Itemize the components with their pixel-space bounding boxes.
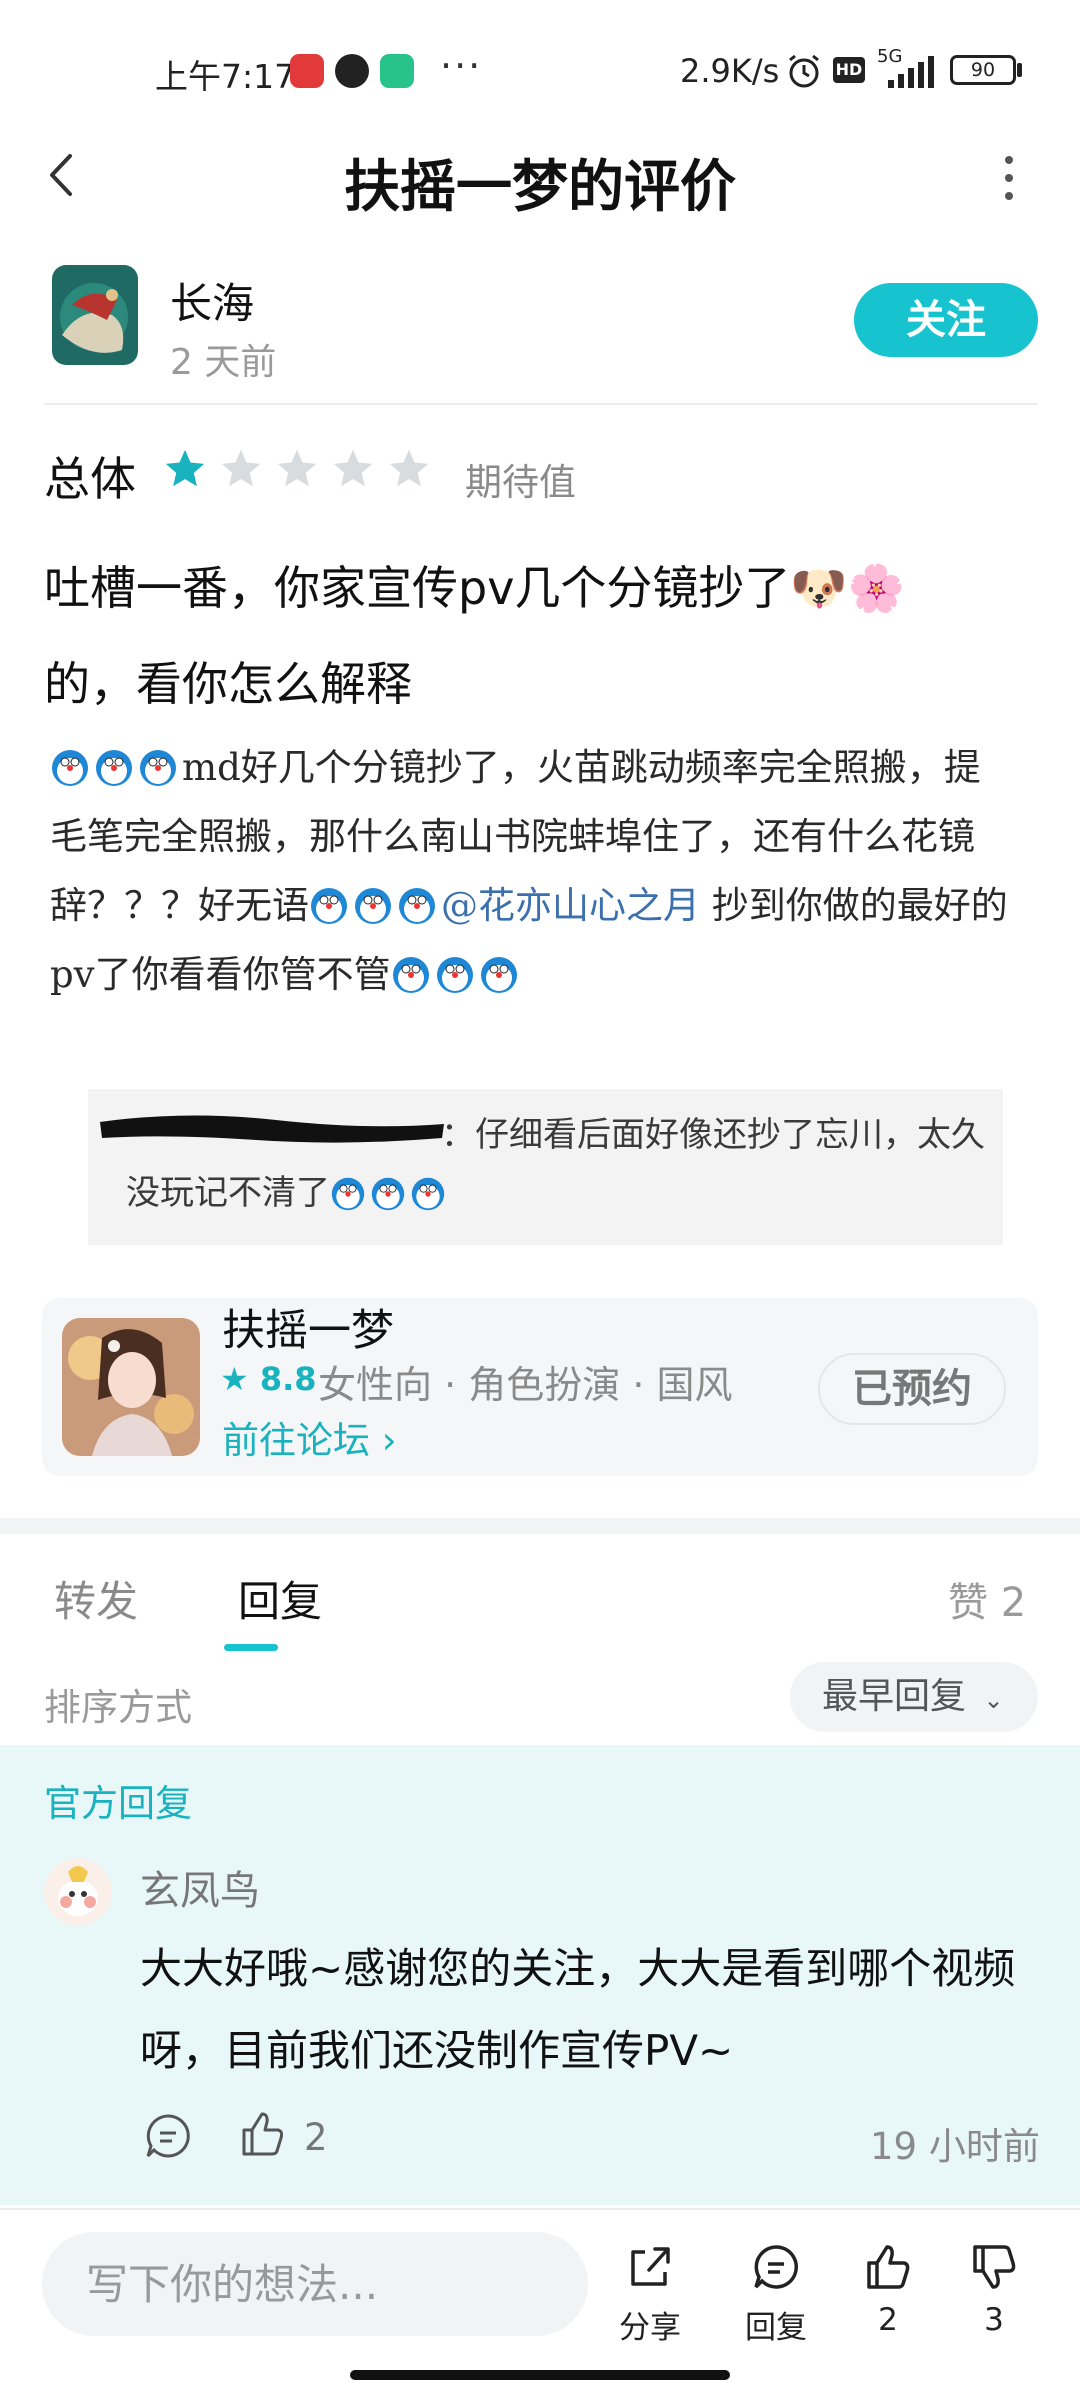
share-button[interactable]: 分享: [600, 2240, 700, 2347]
sort-selected: 最早回复: [822, 1676, 967, 1717]
star-rating: [162, 446, 432, 496]
home-indicator[interactable]: [350, 2370, 730, 2380]
reply-text: 大大好哦~感谢您的关注，大大是看到哪个视频呀，目前我们还没制作宣传PV~: [140, 1944, 1016, 2075]
emoji-icon: [330, 1173, 450, 1213]
reply-author-name[interactable]: 玄凤鸟: [140, 1858, 260, 1916]
netease-music-icon: [290, 54, 324, 88]
shield-app-icon: [380, 54, 414, 88]
mention-link: @花亦山心之月: [441, 884, 700, 927]
star-icon: [221, 449, 261, 487]
reply-like-count: 2: [304, 2116, 328, 2159]
page-title: 扶摇一梦的评价: [344, 155, 736, 220]
review-image-text: md好几个分镜抄了，火苗跳动频率完全照搬，提毛笔完全照搬，那什么南山书院蚌埠住了…: [50, 733, 1010, 1009]
game-name[interactable]: 扶摇一梦: [222, 1296, 394, 1358]
emoji-icon: [50, 746, 182, 789]
review-text-line-2: 的，看你怎么解释: [44, 657, 412, 711]
active-tab-indicator: [224, 1644, 278, 1651]
author-name[interactable]: 长海: [170, 270, 254, 331]
star-icon: [277, 449, 317, 487]
emoji-icon: [309, 884, 441, 927]
review-text-line-1: 吐槽一番，你家宣传pv几个分镜抄了🐶🌸: [44, 561, 905, 615]
like-button[interactable]: 2: [838, 2240, 938, 2338]
divider: [0, 2208, 1080, 2210]
battery-level: 90: [970, 59, 996, 81]
more-notifications-icon: ···: [440, 44, 483, 88]
dislike-button[interactable]: 3: [944, 2240, 1044, 2338]
star-icon: [333, 449, 373, 487]
reply-button[interactable]: 回复: [726, 2240, 826, 2347]
clock-app-icon: [335, 54, 369, 88]
thumbs-down-icon: [973, 2245, 1016, 2289]
reply-avatar[interactable]: [44, 1858, 112, 1926]
tab-repost[interactable]: 转发: [54, 1568, 138, 1629]
sort-dropdown[interactable]: 最早回复 ⌄: [790, 1662, 1038, 1732]
emoji-icon: [391, 953, 523, 996]
comment-icon: [754, 2245, 799, 2289]
status-time: 上午7:17: [155, 57, 296, 96]
battery-icon: 90: [950, 55, 1016, 85]
status-bar: 上午7:17 ··· 2.9K/s HD 5G 90: [0, 0, 1080, 130]
battery-tip: [1017, 63, 1022, 77]
comment-icon[interactable]: [142, 2110, 194, 2162]
reserved-button[interactable]: 已预约: [818, 1353, 1006, 1425]
review-text: 吐槽一番，你家宣传pv几个分镜抄了🐶🌸 的，看你怎么解释: [44, 540, 1044, 732]
star-icon: [165, 449, 205, 487]
game-icon[interactable]: [62, 1318, 200, 1456]
sort-label: 排序方式: [44, 1686, 192, 1729]
reply-label: 回复: [745, 2310, 807, 2346]
more-options-icon[interactable]: [994, 152, 1024, 204]
tab-reply[interactable]: 回复: [238, 1568, 322, 1629]
forum-link[interactable]: 前往论坛 ›: [222, 1410, 397, 1464]
game-rating-value: 8.8: [259, 1360, 317, 1398]
star-icon: [389, 449, 429, 487]
divider: [44, 403, 1038, 405]
star-small-icon: ★: [220, 1360, 249, 1398]
overall-rating-label: 总体: [44, 452, 136, 506]
share-icon: [631, 2247, 670, 2286]
post-time: 2 天前: [170, 342, 277, 383]
hd-icon: HD: [833, 57, 865, 83]
follow-button[interactable]: 关注: [854, 283, 1038, 357]
rating-tag: 期待值: [465, 461, 576, 504]
signal-icon: [888, 56, 934, 88]
alarm-icon: [789, 54, 819, 88]
likes-tab[interactable]: 赞 2: [948, 1570, 1026, 1628]
thumbs-up-icon: [867, 2245, 910, 2289]
chevron-down-icon: ⌄: [983, 1686, 1004, 1714]
redaction-scribble: [100, 1115, 444, 1143]
share-label: 分享: [619, 2310, 681, 2346]
comment-input[interactable]: [42, 2232, 588, 2336]
like-count: 2: [878, 2302, 898, 2338]
reply-time: 19 小时前: [870, 2125, 1040, 2168]
game-rating: ★ 8.8: [220, 1360, 317, 1398]
network-speed: 2.9K/s: [680, 52, 780, 90]
author-avatar[interactable]: [52, 265, 138, 365]
section-divider: [0, 1518, 1080, 1534]
game-tags: 女性向 · 角色扮演 · 国风: [318, 1363, 733, 1407]
thumbs-up-icon[interactable]: [236, 2108, 288, 2160]
official-reply-label: 官方回复: [44, 1782, 192, 1825]
dislike-count: 3: [984, 2302, 1004, 2338]
